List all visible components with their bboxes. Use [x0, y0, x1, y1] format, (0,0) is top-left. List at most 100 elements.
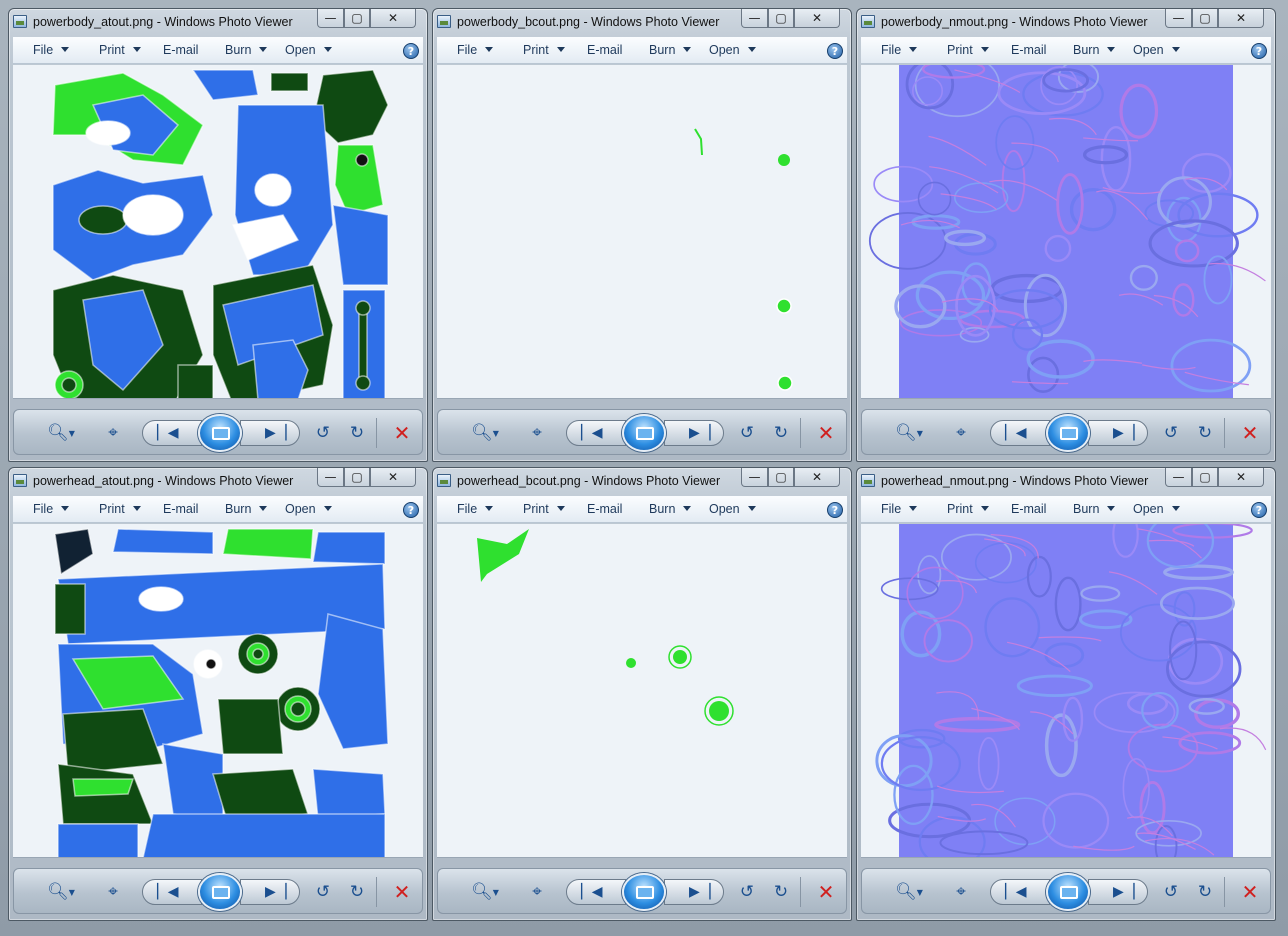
menu-file[interactable]: File	[33, 502, 70, 516]
next-button[interactable]: ▶▕	[1088, 879, 1148, 905]
next-button[interactable]: ▶▕	[1088, 420, 1148, 446]
actual-size-icon[interactable]: ⌖	[526, 881, 548, 903]
photo-viewer-app-icon[interactable]	[437, 15, 451, 28]
close-button[interactable]: ✕	[794, 9, 840, 28]
rotate-clockwise-icon[interactable]: ↻	[770, 881, 792, 903]
menu-email[interactable]: E-mail	[587, 43, 622, 57]
actual-size-icon[interactable]: ⌖	[950, 881, 972, 903]
delete-icon[interactable]: ✕	[815, 881, 837, 903]
minimize-button[interactable]: —	[317, 9, 344, 28]
delete-icon[interactable]: ✕	[391, 422, 413, 444]
slideshow-button[interactable]	[198, 873, 242, 911]
maximize-button[interactable]: ▢	[344, 9, 370, 28]
menu-email[interactable]: E-mail	[163, 43, 198, 57]
photo-viewer-app-icon[interactable]	[13, 474, 27, 487]
menu-print[interactable]: Print	[99, 502, 141, 516]
rotate-clockwise-icon[interactable]: ↻	[1194, 422, 1216, 444]
rotate-counterclockwise-icon[interactable]: ↺	[312, 881, 334, 903]
rotate-counterclockwise-icon[interactable]: ↺	[312, 422, 334, 444]
menu-burn[interactable]: Burn	[225, 43, 268, 57]
rotate-counterclockwise-icon[interactable]: ↺	[1160, 881, 1182, 903]
previous-button[interactable]: ▏◀	[142, 420, 202, 446]
image-view[interactable]	[13, 65, 423, 399]
menu-open[interactable]: Open	[1133, 43, 1180, 57]
delete-icon[interactable]: ✕	[815, 422, 837, 444]
minimize-button[interactable]: —	[741, 468, 768, 487]
help-icon[interactable]: ?	[403, 43, 419, 59]
menu-email[interactable]: E-mail	[587, 502, 622, 516]
title-bar[interactable]: powerbody_nmout.png - Windows Photo View…	[857, 9, 1275, 37]
help-icon[interactable]: ?	[403, 502, 419, 518]
magnifier-icon[interactable]: 🔍︎▼	[44, 881, 78, 903]
menu-burn[interactable]: Burn	[649, 43, 692, 57]
rotate-clockwise-icon[interactable]: ↻	[346, 881, 368, 903]
menu-burn[interactable]: Burn	[1073, 502, 1116, 516]
photo-viewer-app-icon[interactable]	[13, 15, 27, 28]
previous-button[interactable]: ▏◀	[990, 420, 1050, 446]
menu-open[interactable]: Open	[285, 502, 332, 516]
menu-open[interactable]: Open	[709, 43, 756, 57]
maximize-button[interactable]: ▢	[344, 468, 370, 487]
actual-size-icon[interactable]: ⌖	[526, 422, 548, 444]
image-view[interactable]	[437, 65, 847, 399]
menu-email[interactable]: E-mail	[1011, 502, 1046, 516]
menu-file[interactable]: File	[881, 502, 918, 516]
menu-open[interactable]: Open	[1133, 502, 1180, 516]
maximize-button[interactable]: ▢	[1192, 9, 1218, 28]
menu-email[interactable]: E-mail	[163, 502, 198, 516]
menu-file[interactable]: File	[33, 43, 70, 57]
minimize-button[interactable]: —	[317, 468, 344, 487]
menu-print[interactable]: Print	[947, 502, 989, 516]
menu-print[interactable]: Print	[523, 43, 565, 57]
photo-viewer-app-icon[interactable]	[861, 474, 875, 487]
slideshow-button[interactable]	[622, 414, 666, 452]
previous-button[interactable]: ▏◀	[990, 879, 1050, 905]
image-view[interactable]	[861, 524, 1271, 858]
menu-file[interactable]: File	[881, 43, 918, 57]
close-button[interactable]: ✕	[370, 468, 416, 487]
slideshow-button[interactable]	[1046, 414, 1090, 452]
previous-button[interactable]: ▏◀	[566, 879, 626, 905]
photo-viewer-app-icon[interactable]	[437, 474, 451, 487]
help-icon[interactable]: ?	[1251, 502, 1267, 518]
title-bar[interactable]: powerbody_bcout.png - Windows Photo View…	[433, 9, 851, 37]
slideshow-button[interactable]	[622, 873, 666, 911]
previous-button[interactable]: ▏◀	[142, 879, 202, 905]
maximize-button[interactable]: ▢	[768, 9, 794, 28]
menu-file[interactable]: File	[457, 502, 494, 516]
rotate-clockwise-icon[interactable]: ↻	[1194, 881, 1216, 903]
slideshow-button[interactable]	[1046, 873, 1090, 911]
slideshow-button[interactable]	[198, 414, 242, 452]
next-button[interactable]: ▶▕	[664, 879, 724, 905]
menu-print[interactable]: Print	[947, 43, 989, 57]
close-button[interactable]: ✕	[794, 468, 840, 487]
menu-burn[interactable]: Burn	[649, 502, 692, 516]
menu-open[interactable]: Open	[285, 43, 332, 57]
delete-icon[interactable]: ✕	[391, 881, 413, 903]
photo-viewer-app-icon[interactable]	[861, 15, 875, 28]
title-bar[interactable]: powerhead_bcout.png - Windows Photo View…	[433, 468, 851, 496]
help-icon[interactable]: ?	[1251, 43, 1267, 59]
magnifier-icon[interactable]: 🔍︎▼	[468, 422, 502, 444]
minimize-button[interactable]: —	[1165, 9, 1192, 28]
help-icon[interactable]: ?	[827, 43, 843, 59]
rotate-counterclockwise-icon[interactable]: ↺	[736, 881, 758, 903]
actual-size-icon[interactable]: ⌖	[102, 422, 124, 444]
rotate-clockwise-icon[interactable]: ↻	[346, 422, 368, 444]
menu-burn[interactable]: Burn	[1073, 43, 1116, 57]
rotate-counterclockwise-icon[interactable]: ↺	[1160, 422, 1182, 444]
actual-size-icon[interactable]: ⌖	[102, 881, 124, 903]
minimize-button[interactable]: —	[1165, 468, 1192, 487]
previous-button[interactable]: ▏◀	[566, 420, 626, 446]
magnifier-icon[interactable]: 🔍︎▼	[44, 422, 78, 444]
image-view[interactable]	[13, 524, 423, 858]
menu-open[interactable]: Open	[709, 502, 756, 516]
title-bar[interactable]: powerbody_atout.png - Windows Photo View…	[9, 9, 427, 37]
next-button[interactable]: ▶▕	[664, 420, 724, 446]
next-button[interactable]: ▶▕	[240, 879, 300, 905]
magnifier-icon[interactable]: 🔍︎▼	[892, 422, 926, 444]
delete-icon[interactable]: ✕	[1239, 881, 1261, 903]
delete-icon[interactable]: ✕	[1239, 422, 1261, 444]
image-view[interactable]	[437, 524, 847, 858]
close-button[interactable]: ✕	[1218, 9, 1264, 28]
